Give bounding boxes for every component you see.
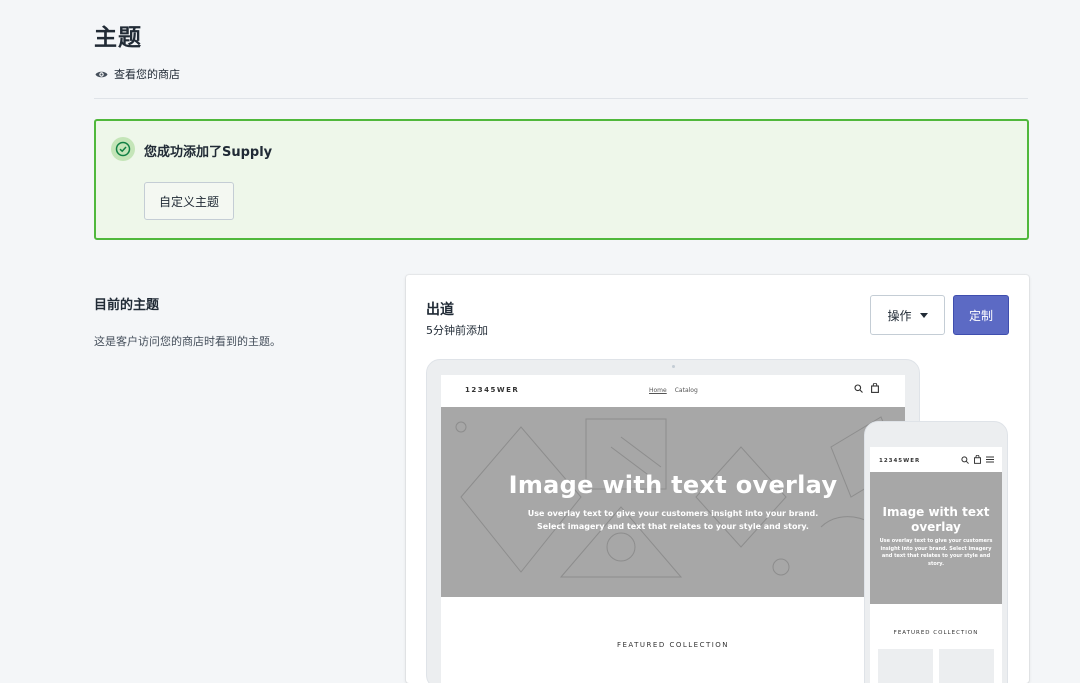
success-message: 您成功添加了Supply bbox=[144, 145, 273, 160]
store-nav: Home Catalog bbox=[649, 387, 698, 394]
actions-label: 操作 bbox=[887, 308, 912, 323]
mobile-hero-title: Image with text overlay bbox=[882, 505, 990, 534]
nav-catalog: Catalog bbox=[674, 387, 698, 394]
mobile-store-logo: 12345WER bbox=[879, 458, 921, 464]
hero-illustration bbox=[455, 416, 902, 578]
desktop-screen: 12345WER Home Catalog Image with text ov… bbox=[441, 375, 905, 683]
hero-image: Image with text overlay Use overlay text… bbox=[441, 407, 905, 597]
hero-title: Image with text overlay bbox=[508, 471, 838, 499]
success-banner: 您成功添加了Supply 自定义主题 bbox=[94, 119, 1029, 240]
mobile-header-icons bbox=[961, 455, 994, 464]
current-theme-heading: 目前的主题 bbox=[94, 298, 160, 313]
hero-subtitle-line-1: Use overlay text to give your customers … bbox=[527, 509, 819, 518]
theme-name: 出道 bbox=[426, 302, 454, 318]
store-header-icons bbox=[854, 383, 879, 393]
page-title: 主题 bbox=[94, 25, 142, 51]
store-header: 12345WER Home Catalog bbox=[441, 375, 905, 407]
current-theme-description: 这是客户访问您的商店时看到的主题。 bbox=[94, 335, 281, 348]
customize-button[interactable]: 定制 bbox=[953, 295, 1009, 335]
bag-icon bbox=[974, 455, 981, 464]
camera-dot bbox=[672, 365, 675, 368]
mobile-hero-image: Image with text overlay Use overlay text… bbox=[870, 472, 1002, 604]
desktop-preview: 12345WER Home Catalog Image with text ov… bbox=[426, 359, 920, 683]
search-icon bbox=[961, 455, 969, 464]
hamburger-icon bbox=[986, 456, 994, 463]
mobile-hero-subtitle: Use overlay text to give your customers … bbox=[879, 538, 993, 567]
hero-subtitle-line-2: Select imagery and text that relates to … bbox=[537, 522, 809, 531]
mobile-preview: 12345WER Image with text overlay Use ove… bbox=[864, 421, 1008, 683]
header-divider bbox=[94, 98, 1028, 99]
caret-down-icon bbox=[919, 312, 928, 318]
view-store-link[interactable]: 查看您的商店 bbox=[95, 66, 180, 82]
nav-home: Home bbox=[649, 387, 667, 394]
mobile-featured-label: FEATURED COLLECTION bbox=[893, 630, 979, 636]
search-icon bbox=[854, 383, 863, 393]
check-circle-icon bbox=[111, 137, 135, 161]
view-store-label: 查看您的商店 bbox=[114, 68, 180, 81]
hero-subtitle: Use overlay text to give your customers … bbox=[441, 507, 905, 533]
bag-icon bbox=[871, 383, 879, 393]
mobile-screen: 12345WER Image with text overlay Use ove… bbox=[870, 447, 1002, 683]
featured-collection-label: FEATURED COLLECTION bbox=[616, 641, 730, 649]
mobile-product-thumbnail bbox=[939, 649, 994, 683]
theme-card: 出道 5分钟前添加 操作 定制 12345WER Home Catalog Im… bbox=[406, 275, 1029, 683]
actions-dropdown-button[interactable]: 操作 bbox=[870, 295, 945, 335]
mobile-product-thumbnail bbox=[878, 649, 933, 683]
eye-icon bbox=[95, 71, 108, 77]
store-logo: 12345WER bbox=[465, 386, 520, 394]
customize-theme-button[interactable]: 自定义主题 bbox=[144, 182, 234, 220]
theme-added-time: 5分钟前添加 bbox=[426, 324, 488, 337]
